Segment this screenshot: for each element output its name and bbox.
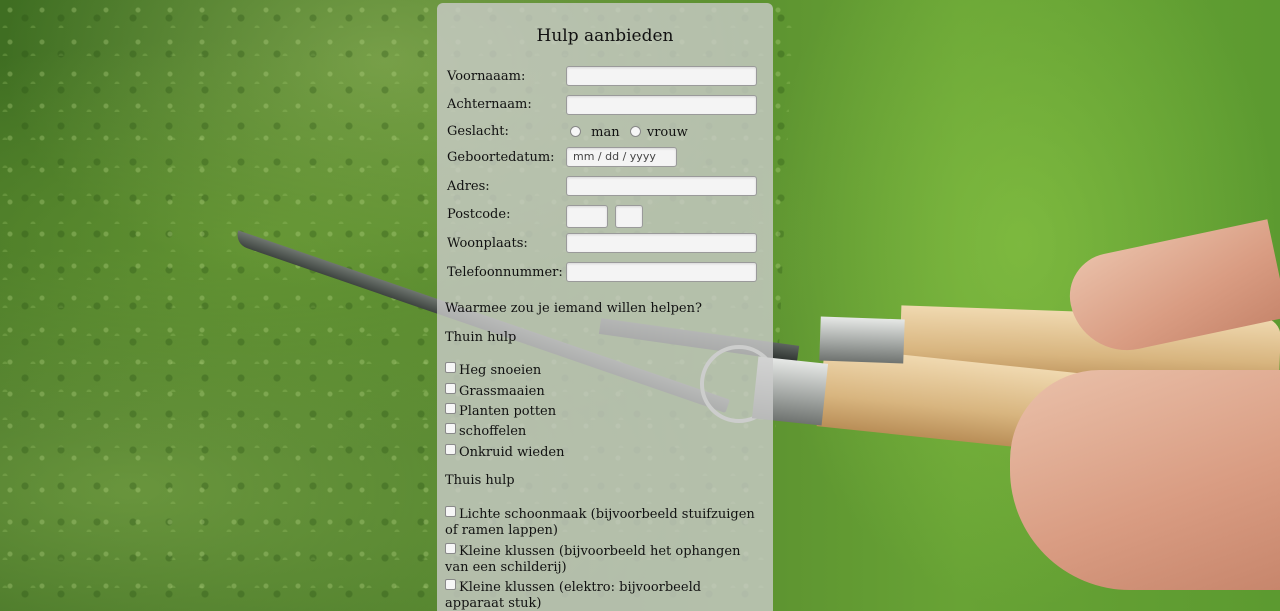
geboortedatum-label: Geboortedatum: — [447, 150, 555, 165]
voornaam-input[interactable] — [566, 66, 757, 86]
checkbox[interactable] — [445, 362, 456, 373]
voornaam-label: Voornaaam: — [447, 69, 526, 84]
help-question: Waarmee zou je iemand willen helpen? — [445, 301, 702, 316]
form-title: Hulp aanbieden — [536, 26, 674, 46]
geslacht-radio-group: man vrouw — [570, 125, 688, 140]
geboortedatum-input[interactable]: mm / dd / yyyy — [566, 147, 677, 167]
help-offer-form: Hulp aanbieden Voornaaam: Achternaam: Ge… — [437, 3, 773, 611]
option-label: Heg snoeien — [459, 363, 542, 378]
checkbox[interactable] — [445, 543, 456, 554]
option-onkruid-wieden[interactable]: Onkruid wieden — [445, 444, 763, 461]
shears-ferrule-upper — [819, 316, 905, 364]
geslacht-label: Geslacht: — [447, 124, 509, 139]
radio-vrouw[interactable] — [629, 126, 641, 137]
option-label: Lichte schoonmaak (bijvoorbeeld stuifzui… — [445, 507, 755, 538]
postcode-letters-input[interactable] — [615, 205, 643, 228]
checkbox[interactable] — [445, 403, 456, 414]
option-label: Onkruid wieden — [459, 445, 565, 460]
achternaam-label: Achternaam: — [447, 97, 532, 112]
telefoon-input[interactable] — [566, 262, 757, 282]
woonplaats-input[interactable] — [566, 233, 757, 253]
postcode-label: Postcode: — [447, 207, 511, 222]
option-grassmaaien[interactable]: Grassmaaien — [445, 383, 763, 400]
achternaam-input[interactable] — [566, 95, 757, 115]
option-heg-snoeien[interactable]: Heg snoeien — [445, 362, 763, 379]
section-title-thuis: Thuis hulp — [445, 473, 515, 488]
radio-vrouw-label: vrouw — [646, 125, 688, 140]
hand-lower — [1010, 370, 1280, 590]
radio-man-label: man — [591, 125, 620, 140]
checkbox[interactable] — [445, 506, 456, 517]
option-kleine-klussen-elektro[interactable]: Kleine klussen (elektro: bijvoorbeeld ap… — [445, 579, 763, 611]
option-schoffelen[interactable]: schoffelen — [445, 423, 763, 440]
option-kleine-klussen[interactable]: Kleine klussen (bijvoorbeeld het ophange… — [445, 543, 763, 576]
geboortedatum-placeholder: mm / dd / yyyy — [573, 150, 656, 163]
option-label: Kleine klussen (bijvoorbeeld het ophange… — [445, 544, 741, 575]
option-planten-potten[interactable]: Planten potten — [445, 403, 763, 420]
postcode-digits-input[interactable] — [566, 205, 608, 228]
option-label: schoffelen — [459, 424, 527, 439]
option-label: Grassmaaien — [459, 384, 545, 399]
option-label: Kleine klussen (elektro: bijvoorbeeld ap… — [445, 580, 702, 611]
section-title-thuin: Thuin hulp — [445, 330, 517, 345]
telefoon-label: Telefoonnummer: — [447, 265, 563, 280]
adres-input[interactable] — [566, 176, 757, 196]
checkbox[interactable] — [445, 383, 456, 394]
adres-label: Adres: — [447, 179, 490, 194]
checkbox[interactable] — [445, 444, 456, 455]
woonplaats-label: Woonplaats: — [447, 236, 528, 251]
option-lichte-schoonmaak[interactable]: Lichte schoonmaak (bijvoorbeeld stuifzui… — [445, 506, 763, 539]
option-label: Planten potten — [459, 404, 557, 419]
radio-man[interactable] — [570, 126, 581, 137]
checkbox[interactable] — [445, 579, 456, 590]
checkbox[interactable] — [445, 423, 456, 434]
